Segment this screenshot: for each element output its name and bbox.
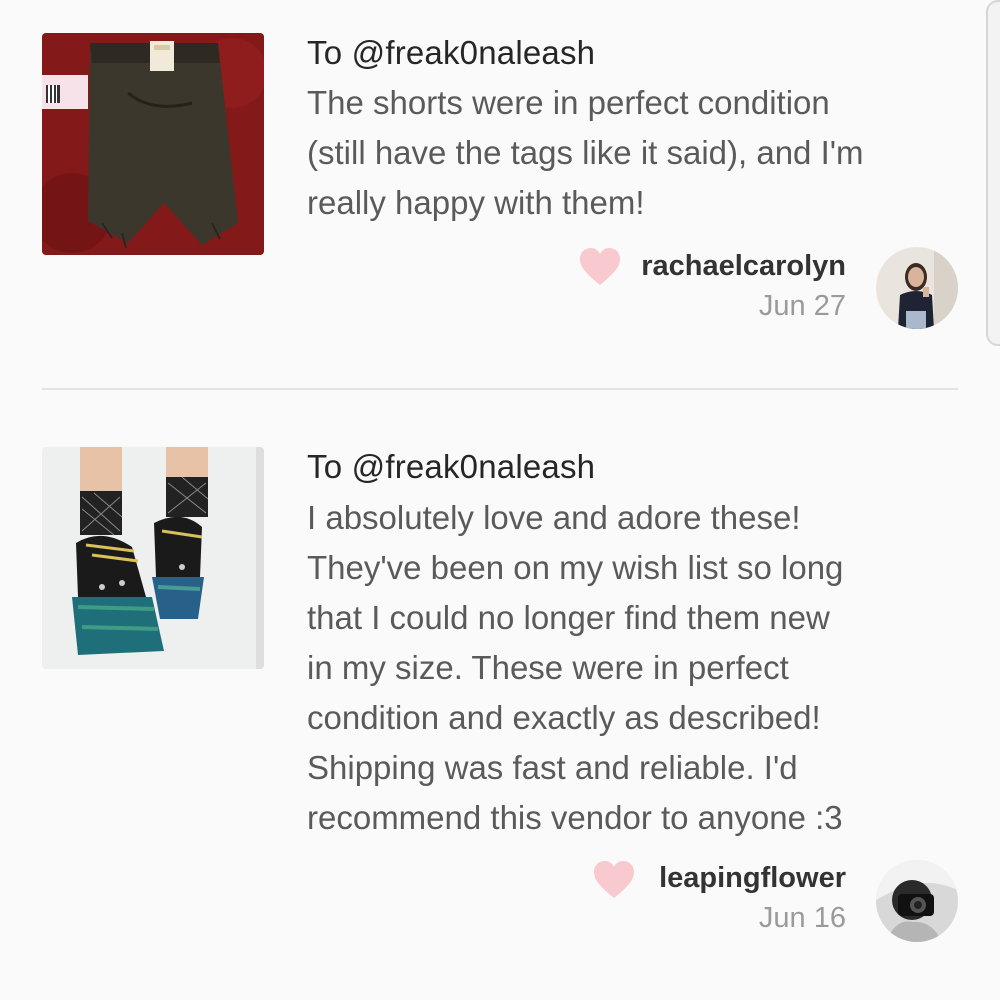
item-photo-shorts[interactable] — [42, 33, 264, 255]
reviewer-username[interactable]: rachaelcarolyn — [641, 250, 846, 283]
review-date: Jun 16 — [758, 902, 846, 934]
review-recipient[interactable]: To @freak0naleash — [307, 448, 595, 486]
scrollbar[interactable] — [986, 0, 1000, 346]
review-date: Jun 27 — [758, 290, 846, 322]
review-card: To @freak0naleash I absolutely love and … — [0, 400, 1000, 1000]
review-divider — [42, 388, 958, 390]
avatar[interactable] — [876, 860, 958, 942]
reviews-page: To @freak0naleash The shorts were in per… — [0, 0, 1000, 1000]
review-card: To @freak0naleash The shorts were in per… — [0, 0, 1000, 380]
reviewer-username[interactable]: leapingflower — [659, 862, 846, 895]
review-recipient[interactable]: To @freak0naleash — [307, 34, 595, 72]
heart-icon[interactable] — [578, 247, 622, 287]
heart-icon[interactable] — [592, 860, 636, 900]
item-photo-platform-shoes[interactable] — [42, 447, 264, 669]
avatar[interactable] — [876, 247, 958, 329]
review-text: I absolutely love and adore these! They'… — [307, 499, 844, 836]
review-text: The shorts were in perfect condition (st… — [307, 84, 864, 221]
